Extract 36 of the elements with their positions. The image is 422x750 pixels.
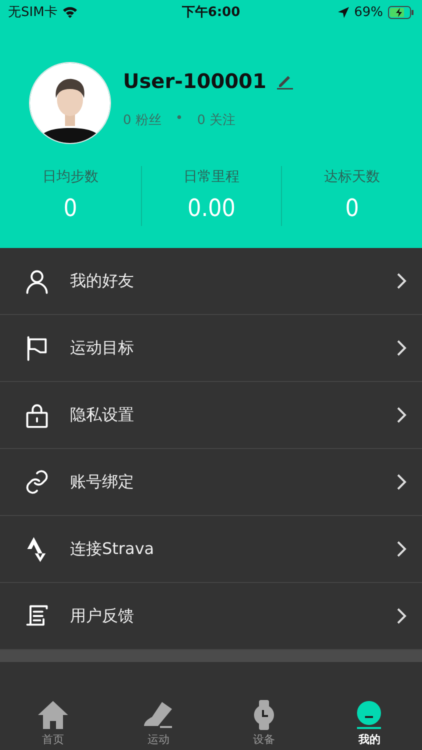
battery-percentage: 69% — [354, 4, 383, 20]
menu-item[interactable]: 连接Strava — [0, 516, 422, 583]
chevron-right-icon — [396, 272, 408, 290]
menu-item[interactable]: 我的好友 — [0, 248, 422, 315]
menu-item[interactable]: 账号绑定 — [0, 449, 422, 516]
stat-label: 日常里程 — [183, 168, 240, 186]
stat-value: 0 — [63, 194, 78, 222]
tab[interactable]: 首页 — [0, 696, 106, 749]
watch-icon — [252, 700, 275, 730]
menu-item[interactable]: 隐私设置 — [0, 382, 422, 449]
tab[interactable]: 运动 — [106, 696, 211, 749]
clock-time: 下午6:00 — [180, 4, 242, 21]
chevron-right-icon — [396, 406, 408, 424]
stat-label: 达标天数 — [324, 168, 380, 186]
menu-item[interactable]: 运动目标 — [0, 315, 422, 382]
link-icon — [24, 469, 50, 495]
chevron-right-icon — [396, 540, 408, 558]
tab[interactable]: 我的 — [316, 696, 422, 749]
stat-label: 日均步数 — [42, 168, 98, 186]
stat-value: 0.00 — [187, 194, 236, 222]
username: User-100001 — [123, 69, 266, 93]
chevron-right-icon — [396, 473, 408, 491]
separator-dot: • — [175, 111, 184, 128]
wifi-icon — [62, 6, 78, 18]
stat-value: 0 — [345, 194, 360, 222]
location-arrow-icon — [338, 6, 350, 18]
home-icon — [36, 700, 69, 730]
chevron-right-icon — [396, 607, 408, 625]
tab[interactable]: 设备 — [211, 696, 316, 749]
chevron-right-icon — [396, 339, 408, 357]
followers-count: 0 粉丝 — [123, 112, 162, 129]
shoe-icon — [142, 700, 174, 730]
battery-icon — [388, 6, 414, 18]
lock-icon — [24, 402, 50, 428]
carrier-text: 无SIM卡 — [8, 4, 58, 21]
following-count: 0 关注 — [197, 112, 236, 129]
